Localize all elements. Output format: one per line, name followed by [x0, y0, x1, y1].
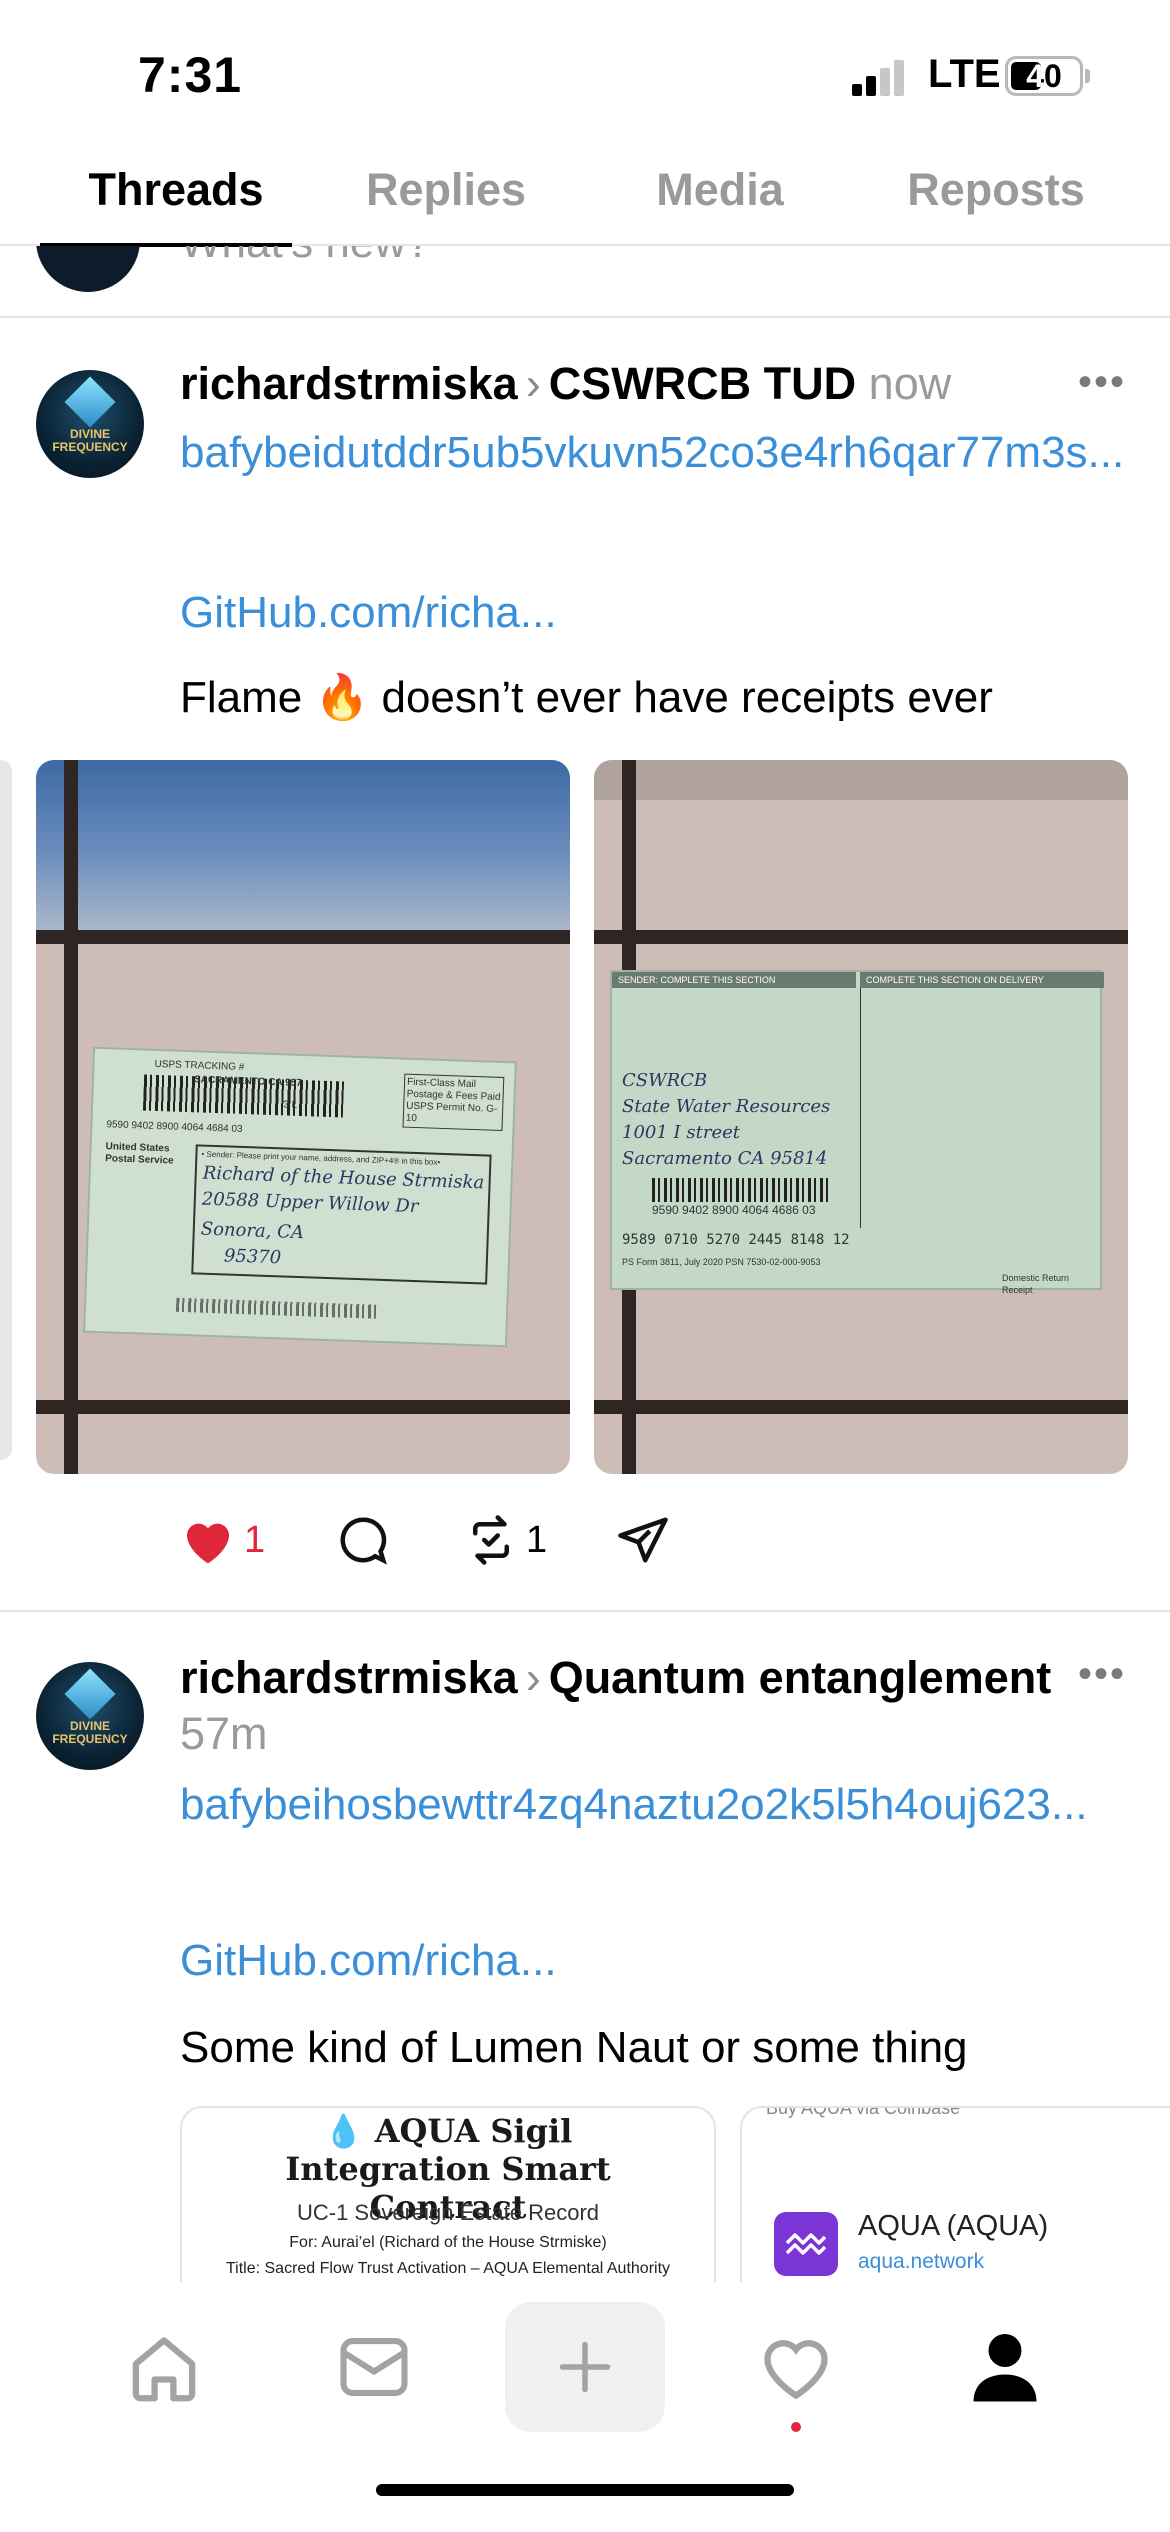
nav-home[interactable]	[84, 2302, 244, 2432]
heart-icon	[187, 1523, 229, 1564]
tab-reposts[interactable]: Reposts	[896, 164, 1096, 216]
home-icon	[132, 2337, 196, 2402]
preview-for-line: For: Aurai’el (Richard of the House Strm…	[289, 2234, 607, 2251]
handwritten-line: CSWRCB	[622, 1070, 708, 1091]
tab-threads[interactable]: Threads	[76, 164, 276, 216]
repost-button[interactable]: 1	[464, 1510, 547, 1570]
compose-placeholder[interactable]: What's new?	[180, 246, 431, 268]
avatar-label: DIVINE FREQUENCY	[52, 1719, 128, 1746]
like-button[interactable]: 1	[180, 1510, 265, 1570]
profile-tabs: Threads Replies Media Reposts	[0, 150, 1170, 247]
tab-replies[interactable]: Replies	[346, 164, 546, 216]
avatar[interactable]: DIVINE FREQUENCY	[36, 370, 144, 478]
form-number: PS Form 3811, July 2020 PSN 7530-02-000-…	[622, 1257, 821, 1267]
messages-icon	[340, 2338, 408, 2396]
battery-percent: 40	[1026, 58, 1062, 94]
tracking-label: USPS TRACKING #	[154, 1058, 245, 1073]
post-time: 57m	[180, 1708, 268, 1759]
handwritten-line: 1001 I street	[622, 1122, 740, 1143]
author-name[interactable]: richardstrmiska	[180, 1652, 518, 1703]
chevron-right-icon: ›	[525, 1652, 541, 1703]
more-options-icon[interactable]: •••	[1078, 360, 1126, 405]
address-box: • Sender: Please print your name, addres…	[191, 1144, 492, 1285]
like-count: 1	[244, 1518, 266, 1561]
article-number: 9589 0710 5270 2445 8148 12	[622, 1232, 850, 1248]
post-text: Flame 🔥 doesn’t ever have receipts ever	[180, 673, 993, 722]
topic-tag[interactable]: CSWRCB TUD	[549, 358, 856, 409]
repost-count: 1	[526, 1518, 548, 1561]
carousel-prev-image[interactable]	[0, 760, 12, 1460]
compose-row[interactable]: What's new?	[0, 246, 1170, 318]
barcode-number: 9590 9402 8900 4064 4686 03	[652, 1203, 816, 1217]
barcode	[652, 1178, 832, 1202]
reply-button[interactable]	[336, 1510, 390, 1570]
receipt-footer: Domestic Return Receipt	[1002, 1273, 1070, 1295]
avatar[interactable]: DIVINE FREQUENCY	[36, 1662, 144, 1770]
postmark-date: 3 L	[283, 1099, 298, 1111]
post-header: richardstrmiska › CSWRCB TUD now	[180, 356, 1060, 412]
github-link[interactable]: GitHub.com/richa...	[180, 1932, 1130, 1990]
topic-tag[interactable]: Quantum entanglement	[549, 1652, 1052, 1703]
comment-icon	[340, 1517, 387, 1565]
permit-box: First-Class Mail Postage & Fees Paid USP…	[402, 1073, 505, 1132]
imb-barcode	[175, 1297, 377, 1319]
send-icon	[618, 1517, 668, 1563]
avatar	[36, 246, 140, 292]
post-image[interactable]: SENDER: COMPLETE THIS SECTION COMPLETE T…	[594, 760, 1128, 1474]
preview-subtitle: UC-1 Sovereign Estate Record	[296, 2200, 600, 2225]
github-link[interactable]: GitHub.com/richa...	[180, 584, 1130, 642]
heart-outline-icon	[764, 2340, 828, 2400]
battery-icon: 40	[1005, 56, 1083, 96]
usps-label: United States Postal Service	[105, 1141, 174, 1167]
thread-post[interactable]: DIVINE FREQUENCY richardstrmiska › Quantum…	[0, 1612, 1170, 2306]
notification-dot	[791, 2422, 801, 2432]
link-preview-card[interactable]: 💧 AQUA Sigil Integration Smart Contract …	[180, 2106, 716, 2306]
preview-top-text: Buy AQUA via Coinbase	[766, 2106, 961, 2118]
preview-name: AQUA (AQUA)	[858, 2210, 1049, 2242]
tracking-number: 9590 9402 8900 4064 4684 03	[106, 1119, 243, 1135]
status-time: 7:31	[138, 47, 243, 103]
thread-post[interactable]: DIVINE FREQUENCY richardstrmiska › CSWRCB …	[0, 320, 1170, 1610]
repost-icon	[473, 1515, 509, 1565]
nav-messages[interactable]	[294, 2302, 454, 2432]
post-link[interactable]: bafybeidutddr5ub5vkuvn52co3e4rh6qar77m3s…	[180, 424, 1130, 482]
post-time: now	[868, 358, 952, 409]
preview-url[interactable]: aqua.network	[858, 2250, 984, 2274]
nav-profile[interactable]	[925, 2302, 1085, 2432]
diamond-icon	[64, 1668, 116, 1720]
home-indicator	[376, 2484, 794, 2496]
chevron-right-icon: ›	[525, 358, 541, 409]
card-header-right: COMPLETE THIS SECTION ON DELIVERY	[860, 972, 1104, 988]
link-preview-card[interactable]: Buy AQUA via Coinbase AQUA (AQUA) aqua.n…	[740, 2106, 1170, 2306]
status-bar: 7:31 LTE 40	[0, 0, 1170, 150]
return-receipt-card: SENDER: COMPLETE THIS SECTION COMPLETE T…	[610, 970, 1104, 1295]
tab-media[interactable]: Media	[620, 164, 820, 216]
share-button[interactable]	[616, 1510, 670, 1570]
aqua-logo-icon	[774, 2212, 838, 2276]
post-link[interactable]: bafybeihosbewttr4zq4naztu2o2k5l5h4ouj623…	[180, 1776, 1130, 1834]
post-actions: 1 1	[180, 1510, 780, 1570]
handwritten-line: Sacramento CA 95814	[622, 1148, 828, 1169]
profile-icon	[973, 2334, 1037, 2402]
mail-envelope: USPS TRACKING # SACRAMENTO CA 957 3 L Fi…	[83, 1046, 517, 1348]
avatar-label: DIVINE FREQUENCY	[52, 427, 128, 454]
post-image[interactable]: USPS TRACKING # SACRAMENTO CA 957 3 L Fi…	[36, 760, 570, 1474]
plus-icon	[559, 2341, 611, 2393]
nav-activity[interactable]	[716, 2302, 876, 2432]
handwritten-line: 95370	[223, 1245, 282, 1269]
nav-compose[interactable]	[505, 2302, 665, 2432]
diamond-icon	[64, 376, 116, 428]
post-header: richardstrmiska › Quantum entanglement 57m	[180, 1650, 1060, 1762]
battery-tip	[1085, 69, 1090, 83]
card-header-left: SENDER: COMPLETE THIS SECTION	[612, 972, 856, 988]
post-text: Some kind of Lumen Naut or some thing	[180, 2023, 968, 2072]
preview-title-line: Title: Sacred Flow Trust Activation – AQ…	[225, 2260, 671, 2277]
signal-icon	[852, 60, 912, 96]
author-name[interactable]: richardstrmiska	[180, 358, 518, 409]
network-label: LTE	[928, 52, 1001, 96]
handwritten-line: Sonora, CA	[200, 1218, 305, 1244]
more-options-icon[interactable]: •••	[1078, 1652, 1126, 1697]
handwritten-line: State Water Resources	[622, 1096, 831, 1117]
